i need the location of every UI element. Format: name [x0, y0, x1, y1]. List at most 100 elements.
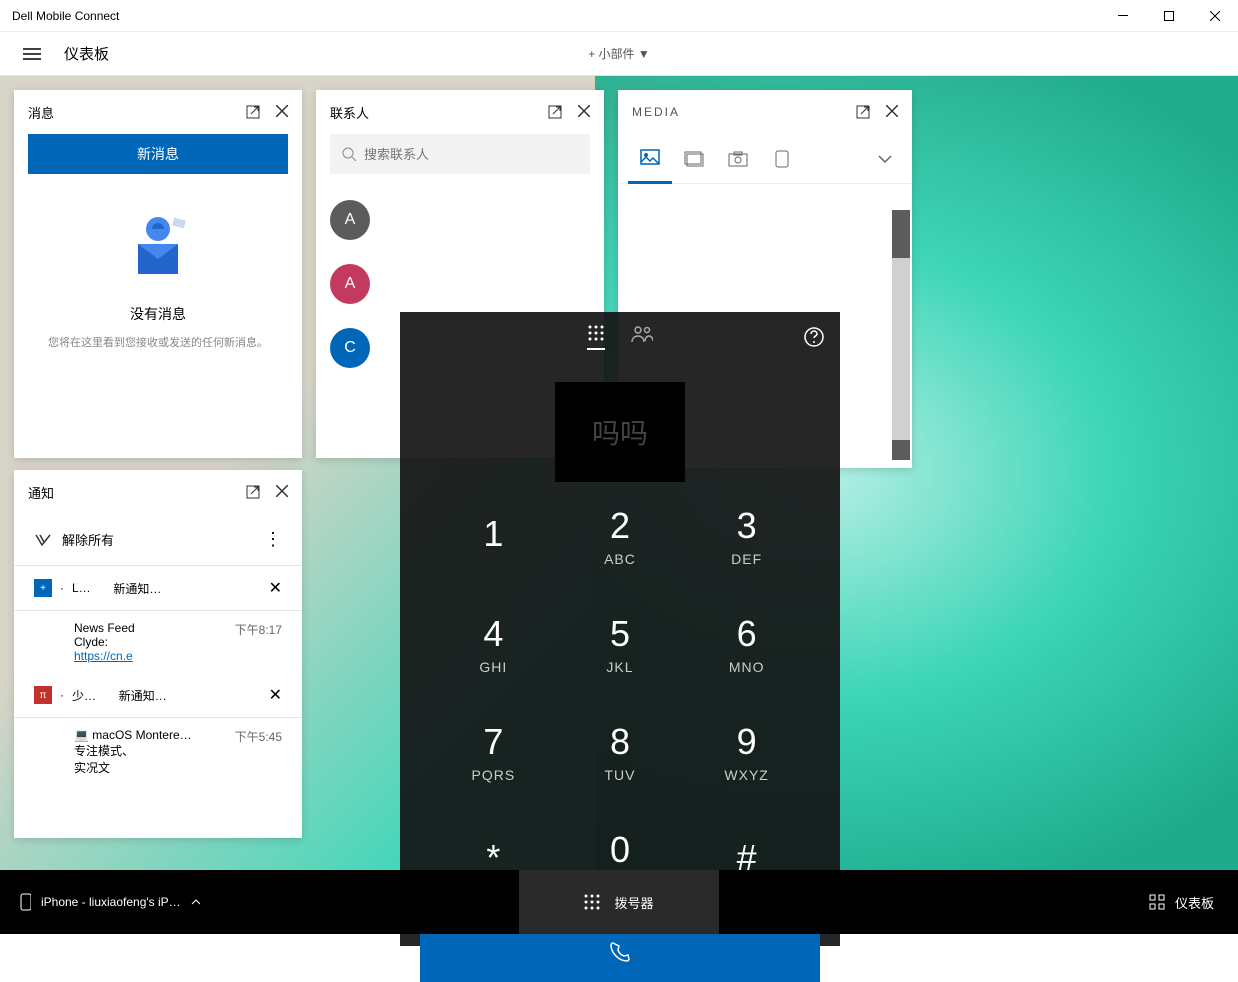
phone-icon: [20, 893, 31, 911]
notification-body[interactable]: 💻 macOS Montere…下午5:45专注模式、实况文: [14, 718, 302, 786]
close-icon[interactable]: ✕: [269, 685, 282, 705]
notif-head-text: 新通知…: [113, 580, 161, 597]
contact-avatar: A: [330, 200, 370, 240]
page-title: 仪表板: [64, 43, 109, 64]
key-letters: MNO: [729, 659, 765, 675]
dashboard-icon: [1149, 894, 1165, 910]
dialer-display: 吗吗: [400, 362, 840, 482]
new-message-button[interactable]: 新消息: [28, 134, 288, 174]
notifications-card: 通知 解除所有 ⋮ + · L… 新通知…✕News Feed下午8:17Cly…: [14, 470, 302, 838]
notif-link[interactable]: https://cn.e: [74, 649, 133, 663]
hamburger-menu-icon[interactable]: [12, 34, 52, 74]
key-letters: GHI: [479, 659, 507, 675]
app-badge-icon: π: [34, 686, 52, 704]
key-digit: 7: [483, 721, 503, 763]
notification-body[interactable]: News Feed下午8:17Clyde:https://cn.e: [14, 611, 302, 673]
search-field[interactable]: [364, 147, 578, 162]
contacts-title: 联系人: [330, 103, 369, 122]
close-button[interactable]: [1192, 0, 1238, 32]
popout-icon[interactable]: [856, 105, 870, 119]
popout-icon[interactable]: [246, 105, 260, 119]
messages-card: 消息 新消息 没有消息 您将在这里看到您接收或发送的任何新消息。: [14, 90, 302, 458]
key-letters: ABC: [604, 551, 636, 567]
dialer-placeholder: 吗吗: [555, 382, 685, 482]
notif-app: 少…: [72, 687, 96, 704]
close-icon[interactable]: [276, 105, 288, 119]
close-icon[interactable]: [578, 105, 590, 119]
window-controls: [1100, 0, 1238, 32]
popout-icon[interactable]: [246, 485, 260, 499]
dashboard: 消息 新消息 没有消息 您将在这里看到您接收或发送的任何新消息。 联系人: [0, 76, 1238, 870]
keypad-icon: [584, 894, 600, 910]
empty-messages-desc: 您将在这里看到您接收或发送的任何新消息。: [48, 334, 268, 350]
bottom-dialer-button[interactable]: 拨号器: [519, 870, 719, 934]
media-tab-camera[interactable]: [716, 134, 760, 184]
notif-app: L…: [72, 581, 91, 595]
device-selector[interactable]: iPhone - liuxiaofeng's iPho…: [0, 893, 220, 911]
messages-title: 消息: [28, 103, 54, 122]
keypad-key-7[interactable]: 7 PQRS: [430, 698, 557, 806]
contact-item[interactable]: A: [316, 188, 604, 252]
key-letters: DEF: [731, 551, 762, 567]
close-icon[interactable]: [886, 105, 898, 119]
notification-header[interactable]: π · 少… 新通知…✕: [14, 673, 302, 718]
search-icon: [342, 147, 356, 161]
key-digit: 5: [610, 613, 630, 655]
dialer-tab-contacts[interactable]: [631, 325, 653, 349]
media-tab-documents[interactable]: [760, 134, 804, 184]
popout-icon[interactable]: [548, 105, 562, 119]
window-title: Dell Mobile Connect: [12, 9, 119, 23]
chevron-up-icon: [191, 899, 200, 905]
notif-line: 实况文: [74, 759, 282, 776]
dismiss-icon: [34, 533, 52, 547]
key-letters: PQRS: [471, 767, 515, 783]
media-tab-gallery[interactable]: [672, 134, 716, 184]
key-digit: 1: [483, 513, 503, 555]
keypad-key-9[interactable]: 9WXYZ: [683, 698, 810, 806]
keypad-key-1[interactable]: 1: [430, 482, 557, 590]
contact-item[interactable]: A: [316, 252, 604, 316]
media-scrollbar[interactable]: [892, 210, 910, 460]
notif-time: 下午5:45: [235, 728, 282, 745]
minimize-button[interactable]: [1100, 0, 1146, 32]
bottom-dashboard-button[interactable]: 仪表板: [1125, 893, 1238, 912]
media-title: MEDIA: [632, 105, 680, 119]
keypad: 12ABC3DEF4GHI5JKL6MNO7PQRS8TUV9WXYZ*0+#: [400, 482, 840, 914]
contact-avatar: A: [330, 264, 370, 304]
chevron-down-icon[interactable]: [878, 155, 892, 163]
key-digit: 6: [737, 613, 757, 655]
key-letters: JKL: [606, 659, 633, 675]
media-tab-photos[interactable]: [628, 134, 672, 184]
header: 仪表板 + 小部件 ▼: [0, 32, 1238, 76]
bottombar: iPhone - liuxiaofeng's iPho… 拨号器 仪表板: [0, 870, 1238, 934]
dialer-tab-keypad[interactable]: [587, 324, 605, 350]
notif-time: 下午8:17: [235, 621, 282, 638]
help-icon[interactable]: [804, 327, 824, 347]
keypad-key-6[interactable]: 6 MNO: [683, 590, 810, 698]
more-icon[interactable]: ⋮: [264, 529, 282, 550]
notifications-title: 通知: [28, 483, 54, 502]
titlebar: Dell Mobile Connect: [0, 0, 1238, 32]
app-badge-icon: +: [34, 579, 52, 597]
empty-messages-icon: [118, 204, 198, 284]
close-icon[interactable]: ✕: [269, 578, 282, 598]
keypad-key-2[interactable]: 2ABC: [557, 482, 684, 590]
device-name: iPhone - liuxiaofeng's iPho…: [41, 895, 181, 909]
search-contacts-input[interactable]: [330, 134, 590, 174]
dismiss-all-button[interactable]: 解除所有: [34, 530, 114, 549]
notif-head-text: 新通知…: [119, 687, 167, 704]
keypad-key-5[interactable]: 5 JKL: [557, 590, 684, 698]
close-icon[interactable]: [276, 485, 288, 499]
keypad-key-3[interactable]: 3DEF: [683, 482, 810, 590]
add-widget-button[interactable]: + 小部件 ▼: [588, 45, 650, 62]
key-digit: 8: [610, 721, 630, 763]
notification-header[interactable]: + · L… 新通知…✕: [14, 566, 302, 611]
dialer-panel: 吗吗 12ABC3DEF4GHI5JKL6MNO7PQRS8TUV9WXYZ*0…: [400, 312, 840, 946]
keypad-key-8[interactable]: 8TUV: [557, 698, 684, 806]
keypad-key-4[interactable]: 4GHI: [430, 590, 557, 698]
empty-messages-title: 没有消息: [130, 304, 186, 324]
key-digit: 0: [610, 829, 630, 871]
contact-avatar: C: [330, 328, 370, 368]
key-digit: 9: [737, 721, 757, 763]
maximize-button[interactable]: [1146, 0, 1192, 32]
